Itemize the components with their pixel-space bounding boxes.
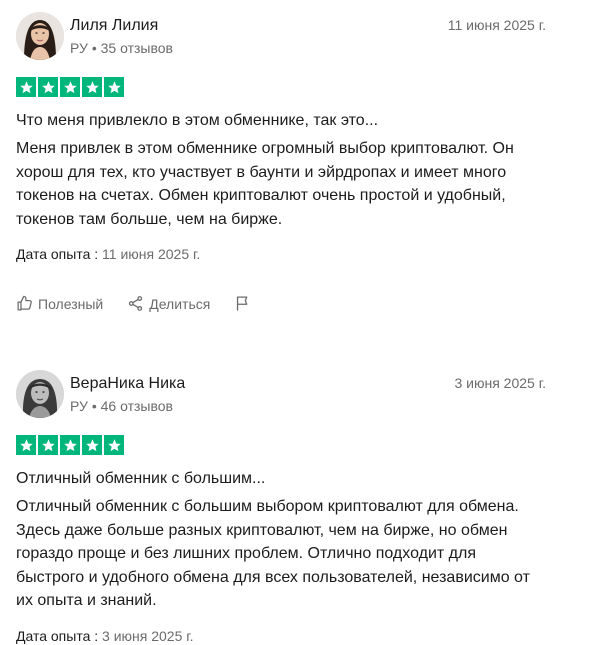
thumbs-up-icon: [17, 295, 32, 311]
meta-separator: •: [91, 398, 101, 414]
author-name[interactable]: Лиля Лилия: [70, 16, 448, 36]
experience-label: Дата опыта :: [16, 627, 99, 644]
author-meta: РУ • 35 отзывов: [70, 40, 448, 56]
useful-label: Полезный: [38, 295, 104, 312]
review-card: ВераНика Ника РУ • 46 отзывов 3 июня 202…: [16, 370, 556, 644]
star-icon: [16, 77, 36, 97]
share-button[interactable]: Делиться: [127, 295, 210, 312]
avatar[interactable]: [16, 370, 64, 418]
experience-date: Дата опыта : 11 июня 2025 г.: [16, 246, 556, 262]
author-reviews-count: 46 отзывов: [100, 398, 173, 414]
meta-separator: •: [91, 40, 101, 56]
review-title[interactable]: Что меня привлекло в этом обменнике, так…: [16, 111, 556, 131]
star-icon: [16, 435, 36, 455]
star-icon: [38, 77, 58, 97]
useful-button[interactable]: Полезный: [16, 295, 103, 312]
star-icon: [82, 435, 102, 455]
review-text: Отличный обменник с большим выбором крип…: [16, 498, 530, 609]
review-card: Лиля Лилия РУ • 35 отзывов 11 июня 2025 …: [16, 12, 556, 312]
star-icon: [82, 77, 102, 97]
experience-value: 3 июня 2025 г.: [102, 627, 194, 644]
experience-label: Дата опыта :: [16, 246, 99, 262]
author-meta: РУ • 46 отзывов: [70, 398, 454, 414]
experience-value: 11 июня 2025 г.: [102, 246, 201, 262]
star-icon: [60, 77, 80, 97]
review-date: 11 июня 2025 г.: [447, 17, 546, 33]
review-header: ВераНика Ника РУ • 46 отзывов 3 июня 202…: [16, 370, 556, 420]
review-actions: Полезный Делиться: [16, 295, 556, 312]
avatar[interactable]: [16, 12, 64, 60]
star-icon: [38, 435, 58, 455]
review-title[interactable]: Отличный обменник с большим...: [16, 469, 556, 489]
author-country: РУ: [70, 398, 88, 414]
review-text: Меня привлек в этом обменнике огромный в…: [16, 140, 514, 228]
report-button[interactable]: [234, 295, 256, 312]
author-reviews-count: 35 отзывов: [100, 40, 173, 56]
share-icon: [129, 296, 143, 311]
star-icon: [104, 77, 124, 97]
experience-date: Дата опыта : 3 июня 2025 г.: [16, 628, 556, 644]
star-rating: [16, 435, 556, 455]
review-header: Лиля Лилия РУ • 35 отзывов 11 июня 2025 …: [16, 12, 556, 62]
author-name[interactable]: ВераНика Ника: [70, 374, 454, 394]
share-label: Делиться: [149, 295, 211, 312]
review-date: 3 июня 2025 г.: [454, 375, 546, 391]
star-rating: [16, 77, 556, 97]
star-icon: [104, 435, 124, 455]
author-country: РУ: [70, 40, 88, 56]
flag-icon: [237, 296, 248, 311]
star-icon: [60, 435, 80, 455]
